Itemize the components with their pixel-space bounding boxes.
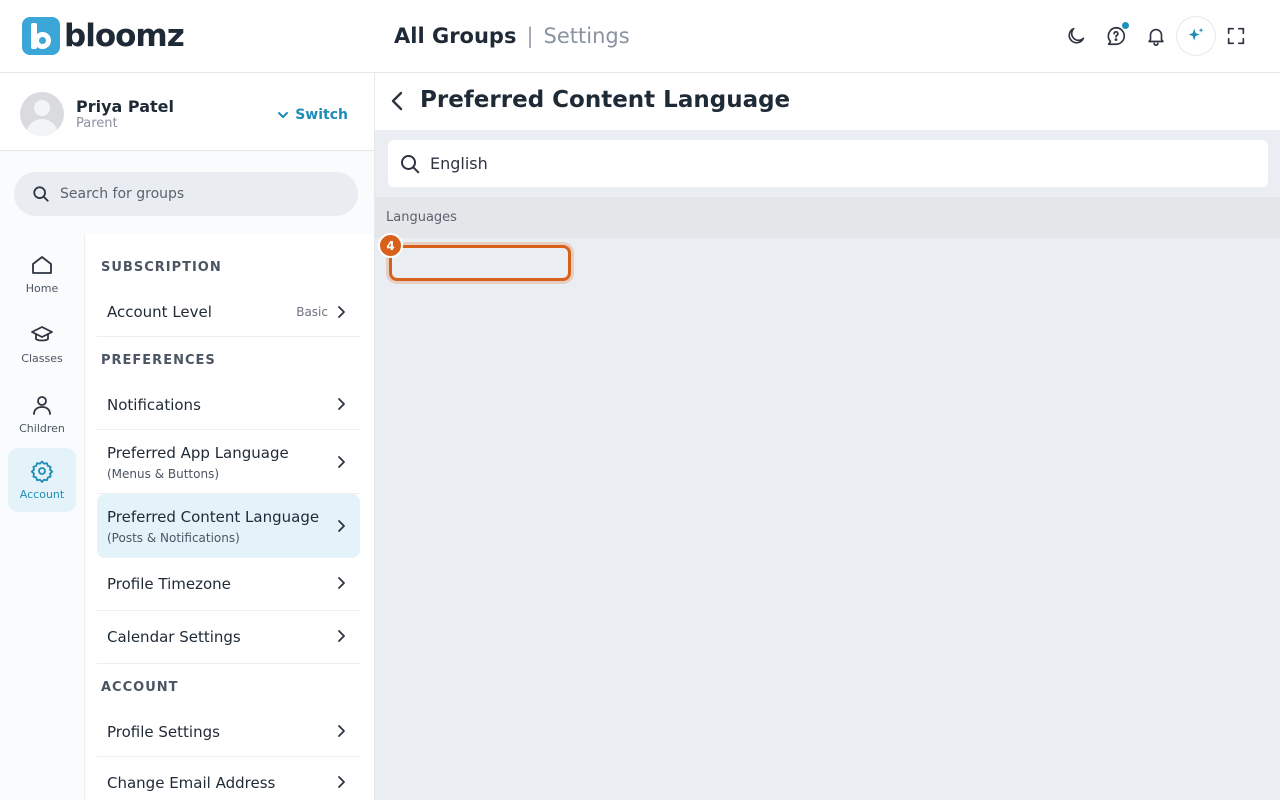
language-search-bar xyxy=(388,140,1268,187)
rail-label-children: Children xyxy=(19,422,65,435)
user-card: Priya Patel Parent Switch xyxy=(0,73,374,151)
menu-item-profile-settings[interactable]: Profile Settings xyxy=(97,710,360,757)
sidebar: Priya Patel Parent Switch Home Classes C… xyxy=(0,73,375,800)
section-title-subscription: SUBSCRIPTION xyxy=(101,260,222,275)
rail-label-home: Home xyxy=(25,282,59,295)
languages-list-header: Languages xyxy=(375,197,1280,238)
bloomz-logo[interactable]: bloomz xyxy=(22,17,185,55)
menu-label-change-email: Change Email Address xyxy=(107,774,276,792)
breadcrumb-separator: | xyxy=(526,24,534,48)
user-role: Parent xyxy=(76,116,118,131)
menu-sub-app-language: (Menus & Buttons) xyxy=(107,467,219,481)
chevron-right-icon xyxy=(338,520,345,532)
breadcrumb-settings: Settings xyxy=(543,24,630,48)
rail-label-classes: Classes xyxy=(21,352,63,365)
group-search-input[interactable] xyxy=(60,186,340,202)
rail-item-account[interactable]: Account xyxy=(8,448,76,512)
gear-icon xyxy=(30,460,54,483)
fullscreen-icon xyxy=(1227,27,1245,45)
main-header: Preferred Content Language xyxy=(375,73,1280,130)
group-search-bar xyxy=(14,172,358,216)
user-name: Priya Patel xyxy=(76,97,174,116)
help-notification-dot xyxy=(1121,21,1130,30)
ai-assistant-button[interactable] xyxy=(1176,16,1216,56)
rail-item-classes[interactable]: Classes xyxy=(8,312,76,376)
page-title: Preferred Content Language xyxy=(420,87,791,113)
section-title-preferences: PREFERENCES xyxy=(101,353,216,368)
menu-label-account-level: Account Level xyxy=(107,303,212,321)
rail-item-children[interactable]: Children xyxy=(8,382,76,446)
menu-label-notifications: Notifications xyxy=(107,396,201,414)
top-bar: bloomz All Groups | Settings xyxy=(0,0,1280,73)
menu-label-calendar: Calendar Settings xyxy=(107,628,241,646)
logo-mark-icon xyxy=(22,17,60,55)
chevron-down-icon xyxy=(278,112,289,118)
menu-item-timezone[interactable]: Profile Timezone xyxy=(97,558,360,611)
person-icon xyxy=(33,396,51,415)
graduation-cap-icon xyxy=(31,326,53,342)
search-icon xyxy=(33,186,49,202)
menu-item-content-language[interactable]: Preferred Content Language (Posts & Noti… xyxy=(97,494,360,558)
breadcrumb: All Groups | Settings xyxy=(394,22,630,50)
menu-item-app-language[interactable]: Preferred App Language (Menus & Buttons) xyxy=(97,430,360,494)
chevron-right-icon xyxy=(338,456,345,468)
menu-label-profile-settings: Profile Settings xyxy=(107,723,220,741)
logo-text: bloomz xyxy=(64,18,185,54)
sparkle-ai-icon xyxy=(1188,27,1204,41)
menu-item-change-email[interactable]: Change Email Address xyxy=(97,757,360,800)
chevron-right-icon xyxy=(338,577,345,589)
search-icon xyxy=(401,154,420,173)
language-search-input[interactable] xyxy=(430,154,1230,173)
menu-item-calendar-settings[interactable]: Calendar Settings xyxy=(97,611,360,664)
menu-item-notifications[interactable]: Notifications xyxy=(97,383,360,430)
dark-mode-button[interactable] xyxy=(1056,16,1096,56)
moon-icon xyxy=(1068,27,1085,44)
home-icon xyxy=(32,256,52,274)
switch-label: Switch xyxy=(295,107,348,123)
menu-label-app-language: Preferred App Language xyxy=(107,444,289,462)
chevron-right-icon xyxy=(338,725,345,737)
bell-icon xyxy=(1148,28,1164,46)
avatar[interactable] xyxy=(20,92,64,136)
breadcrumb-all-groups[interactable]: All Groups xyxy=(394,22,516,50)
help-button[interactable] xyxy=(1096,16,1136,56)
section-title-account: ACCOUNT xyxy=(101,680,179,695)
menu-label-content-language: Preferred Content Language xyxy=(107,508,320,526)
settings-menu: SUBSCRIPTION Account Level Basic PREFERE… xyxy=(85,234,374,800)
step-highlight-box[interactable] xyxy=(389,245,571,281)
chevron-right-icon xyxy=(338,306,345,318)
back-arrow-icon[interactable] xyxy=(387,89,409,113)
chevron-right-icon xyxy=(338,398,345,410)
rail-item-home[interactable]: Home xyxy=(8,242,76,306)
chevron-right-icon xyxy=(338,776,345,788)
fullscreen-button[interactable] xyxy=(1216,16,1256,56)
top-icons xyxy=(1056,16,1256,56)
menu-item-account-level[interactable]: Account Level Basic xyxy=(97,290,360,337)
notifications-button[interactable] xyxy=(1136,16,1176,56)
step-number-badge: 4 xyxy=(378,233,403,258)
switch-button[interactable]: Switch xyxy=(277,107,348,123)
chevron-right-icon xyxy=(338,630,345,642)
menu-label-timezone: Profile Timezone xyxy=(107,575,231,593)
nav-rail: Home Classes Children Account xyxy=(0,234,85,800)
menu-sub-content-language: (Posts & Notifications) xyxy=(107,531,240,545)
main-panel: Preferred Content Language Languages 4 xyxy=(375,73,1280,800)
account-level-badge: Basic xyxy=(296,305,328,319)
rail-label-account: Account xyxy=(19,488,65,501)
